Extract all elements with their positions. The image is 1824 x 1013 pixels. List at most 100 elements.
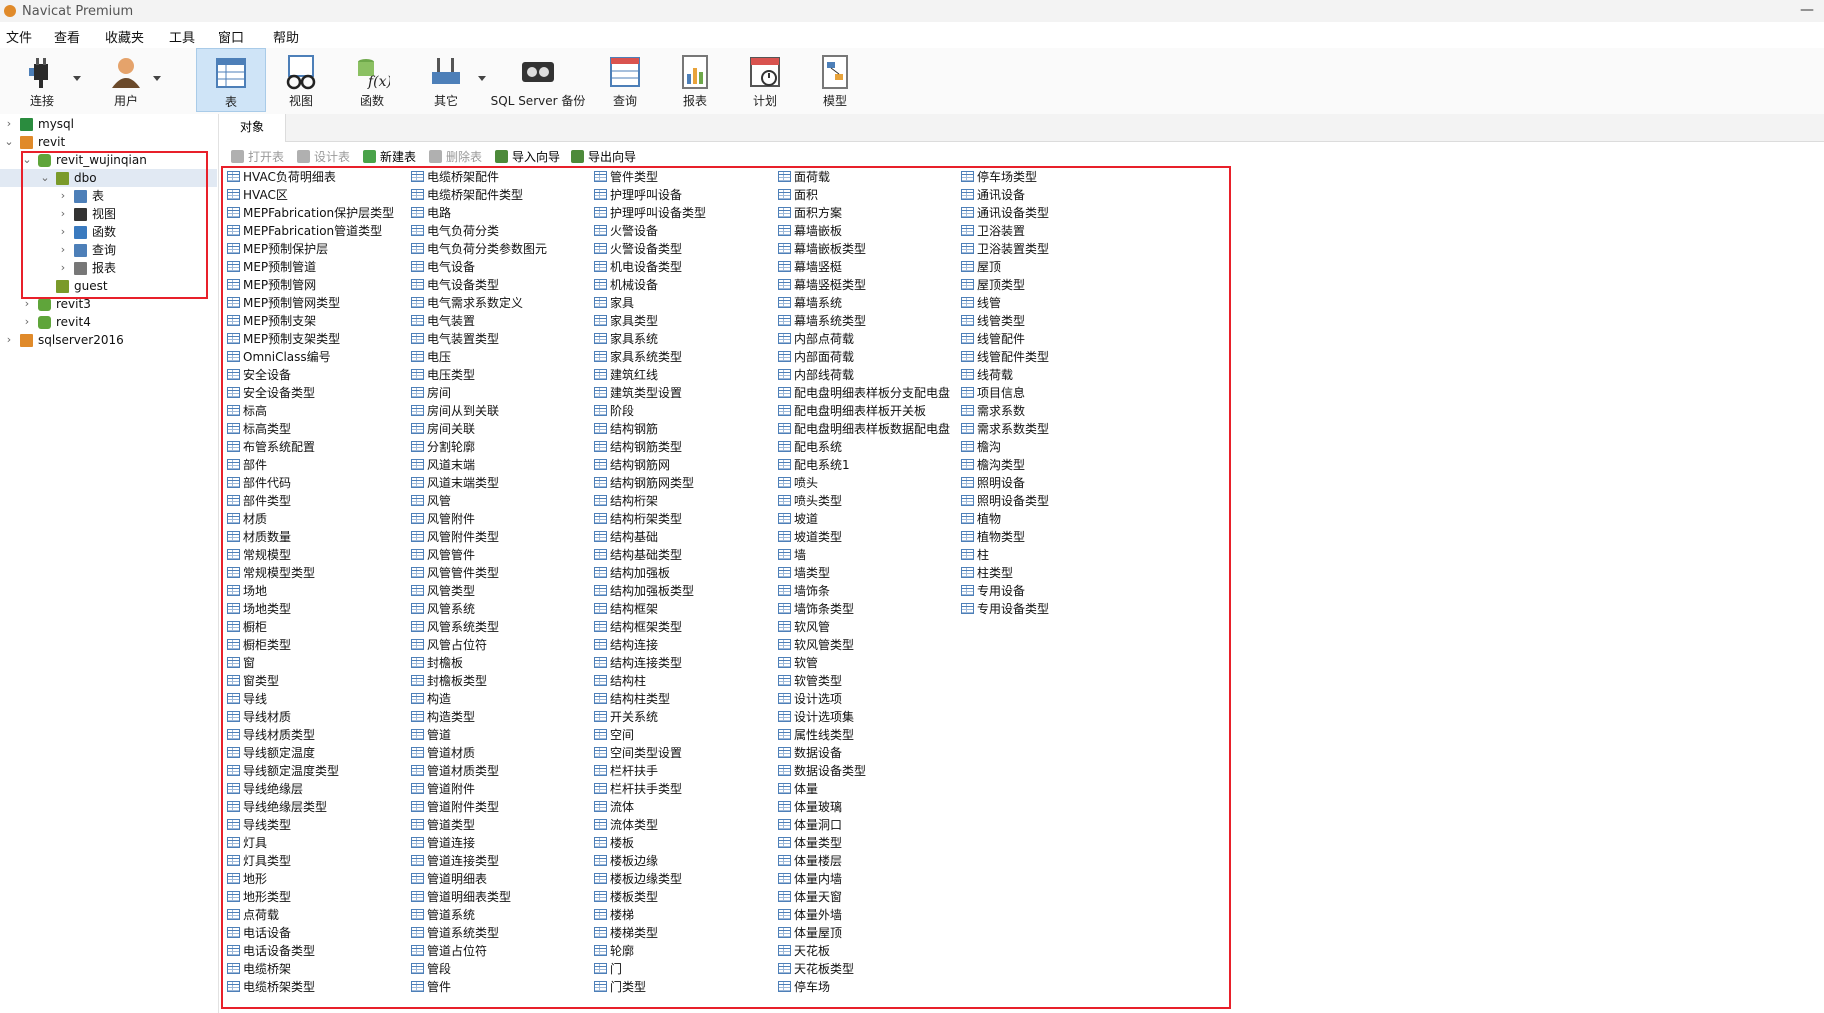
export-wizard-button[interactable]: 导出向导 [571, 148, 636, 166]
chevron-right-icon[interactable]: › [22, 295, 32, 313]
table-list-item[interactable]: 导线 [227, 690, 267, 708]
table-list-item[interactable]: 面荷载 [778, 168, 830, 186]
sql-server-backup-button[interactable]: SQL Server 备份 [488, 48, 588, 112]
tree-item[interactable]: › revit4 [0, 313, 217, 331]
user-button[interactable]: 用户 [90, 48, 162, 112]
table-list-item[interactable]: 柱 [961, 546, 989, 564]
table-list-item[interactable]: 管道连接 [411, 834, 475, 852]
tree-item[interactable]: › 表 [0, 187, 217, 205]
table-list-item[interactable]: 护理呼叫设备 [594, 186, 682, 204]
table-list-item[interactable]: 空间 [594, 726, 634, 744]
table-list-item[interactable]: 体量楼层 [778, 852, 842, 870]
table-list-item[interactable]: 软风管类型 [778, 636, 854, 654]
table-list-item[interactable]: 体量天窗 [778, 888, 842, 906]
table-list-item[interactable]: 管道系统 [411, 906, 475, 924]
table-list-item[interactable]: 内部线荷载 [778, 366, 854, 384]
table-list-item[interactable]: 坡道 [778, 510, 818, 528]
table-list-item[interactable]: 空间类型设置 [594, 744, 682, 762]
table-list-item[interactable]: 电话设备类型 [227, 942, 315, 960]
table-list-item[interactable]: 楼梯 [594, 906, 634, 924]
table-list-item[interactable]: 软管 [778, 654, 818, 672]
table-list-item[interactable]: 专用设备类型 [961, 600, 1049, 618]
chevron-right-icon[interactable]: › [58, 241, 68, 259]
table-list-item[interactable]: MEP预制支架类型 [227, 330, 340, 348]
table-list-item[interactable]: 房间 [411, 384, 451, 402]
table-list-item[interactable]: 面积方案 [778, 204, 842, 222]
table-list-item[interactable]: 屋顶 [961, 258, 1001, 276]
table-list-item[interactable]: 幕墙嵌板类型 [778, 240, 866, 258]
tree-item[interactable]: › 视图 [0, 205, 217, 223]
table-list-item[interactable]: MEP预制保护层 [227, 240, 328, 258]
table-list-item[interactable]: 内部点荷载 [778, 330, 854, 348]
table-list-item[interactable]: 管道 [411, 726, 451, 744]
table-list-item[interactable]: 专用设备 [961, 582, 1025, 600]
table-list-item[interactable]: 封檐板 [411, 654, 463, 672]
table-list-item[interactable]: 配电系统 [778, 438, 842, 456]
table-list-item[interactable]: 门类型 [594, 978, 646, 996]
table-list-item[interactable]: 软风管 [778, 618, 830, 636]
table-list-item[interactable]: 电气负荷分类参数图元 [411, 240, 547, 258]
table-list-item[interactable]: 线管配件类型 [961, 348, 1049, 366]
table-list-item[interactable]: 楼板边缘 [594, 852, 658, 870]
table-list-item[interactable]: 结构柱类型 [594, 690, 670, 708]
table-list-item[interactable]: 家具系统类型 [594, 348, 682, 366]
table-list-item[interactable]: 建筑类型设置 [594, 384, 682, 402]
table-list-item[interactable]: 电缆桥架配件 [411, 168, 499, 186]
table-list-item[interactable]: 风管附件类型 [411, 528, 499, 546]
tree-item[interactable]: guest [0, 277, 217, 295]
new-table-button[interactable]: 新建表 [363, 148, 416, 166]
table-list-item[interactable]: 安全设备类型 [227, 384, 315, 402]
table-list-item[interactable]: 幕墙系统类型 [778, 312, 866, 330]
table-list-item[interactable]: 体量类型 [778, 834, 842, 852]
table-list-item[interactable]: 软管类型 [778, 672, 842, 690]
table-list-item[interactable]: 电气装置类型 [411, 330, 499, 348]
table-list-item[interactable]: 面积 [778, 186, 818, 204]
table-list-item[interactable]: 电气需求系数定义 [411, 294, 523, 312]
table-list-item[interactable]: 结构钢筋 [594, 420, 658, 438]
table-list-item[interactable]: 墙 [778, 546, 806, 564]
table-list-item[interactable]: 墙饰条 [778, 582, 830, 600]
table-list-item[interactable]: 电压 [411, 348, 451, 366]
table-list-item[interactable]: 结构加强板类型 [594, 582, 694, 600]
table-list-item[interactable]: 风道末端类型 [411, 474, 499, 492]
table-list-item[interactable]: 窗类型 [227, 672, 279, 690]
tree-item[interactable]: ⌄ revit [0, 133, 217, 151]
table-list-item[interactable]: 结构钢筋网 [594, 456, 670, 474]
table-list-item[interactable]: 通讯设备 [961, 186, 1025, 204]
table-list-item[interactable]: 管段 [411, 960, 451, 978]
table-list-item[interactable]: 数据设备类型 [778, 762, 866, 780]
table-list-item[interactable]: 停车场类型 [961, 168, 1037, 186]
tree-item[interactable]: › 函数 [0, 223, 217, 241]
table-list-item[interactable]: 植物 [961, 510, 1001, 528]
table-list-item[interactable]: 导线材质 [227, 708, 291, 726]
table-list-item[interactable]: 材质 [227, 510, 267, 528]
table-list-item[interactable]: 护理呼叫设备类型 [594, 204, 706, 222]
table-list-item[interactable]: 建筑红线 [594, 366, 658, 384]
table-list-item[interactable]: 幕墙嵌板 [778, 222, 842, 240]
table-list-item[interactable]: 项目信息 [961, 384, 1025, 402]
table-list-item[interactable]: 电气装置 [411, 312, 475, 330]
table-list-item[interactable]: 配电盘明细表样板分支配电盘 [778, 384, 950, 402]
menu-tools[interactable]: 工具 [169, 27, 195, 46]
table-list-item[interactable]: 结构框架 [594, 600, 658, 618]
table-list-item[interactable]: 线管类型 [961, 312, 1025, 330]
table-list-item[interactable]: 结构柱 [594, 672, 646, 690]
table-list-item[interactable]: 地形 [227, 870, 267, 888]
table-list-item[interactable]: 机电设备类型 [594, 258, 682, 276]
table-list-item[interactable]: 体量洞口 [778, 816, 842, 834]
tree-item[interactable]: › 报表 [0, 259, 217, 277]
table-list-item[interactable]: 栏杆扶手类型 [594, 780, 682, 798]
table-list-item[interactable]: 结构钢筋类型 [594, 438, 682, 456]
table-list-item[interactable]: 构造类型 [411, 708, 475, 726]
chevron-right-icon[interactable]: › [58, 259, 68, 277]
table-list-item[interactable]: 卫浴装置 [961, 222, 1025, 240]
table-list-item[interactable]: 橱柜类型 [227, 636, 291, 654]
table-list-item[interactable]: 结构桁架类型 [594, 510, 682, 528]
menu-file[interactable]: 文件 [6, 27, 32, 46]
table-list-item[interactable]: 风道末端 [411, 456, 475, 474]
model-button[interactable]: 模型 [800, 48, 870, 112]
table-list-item[interactable]: 墙类型 [778, 564, 830, 582]
table-list-item[interactable]: 安全设备 [227, 366, 291, 384]
table-list-item[interactable]: 管道明细表 [411, 870, 487, 888]
table-list-item[interactable]: 数据设备 [778, 744, 842, 762]
